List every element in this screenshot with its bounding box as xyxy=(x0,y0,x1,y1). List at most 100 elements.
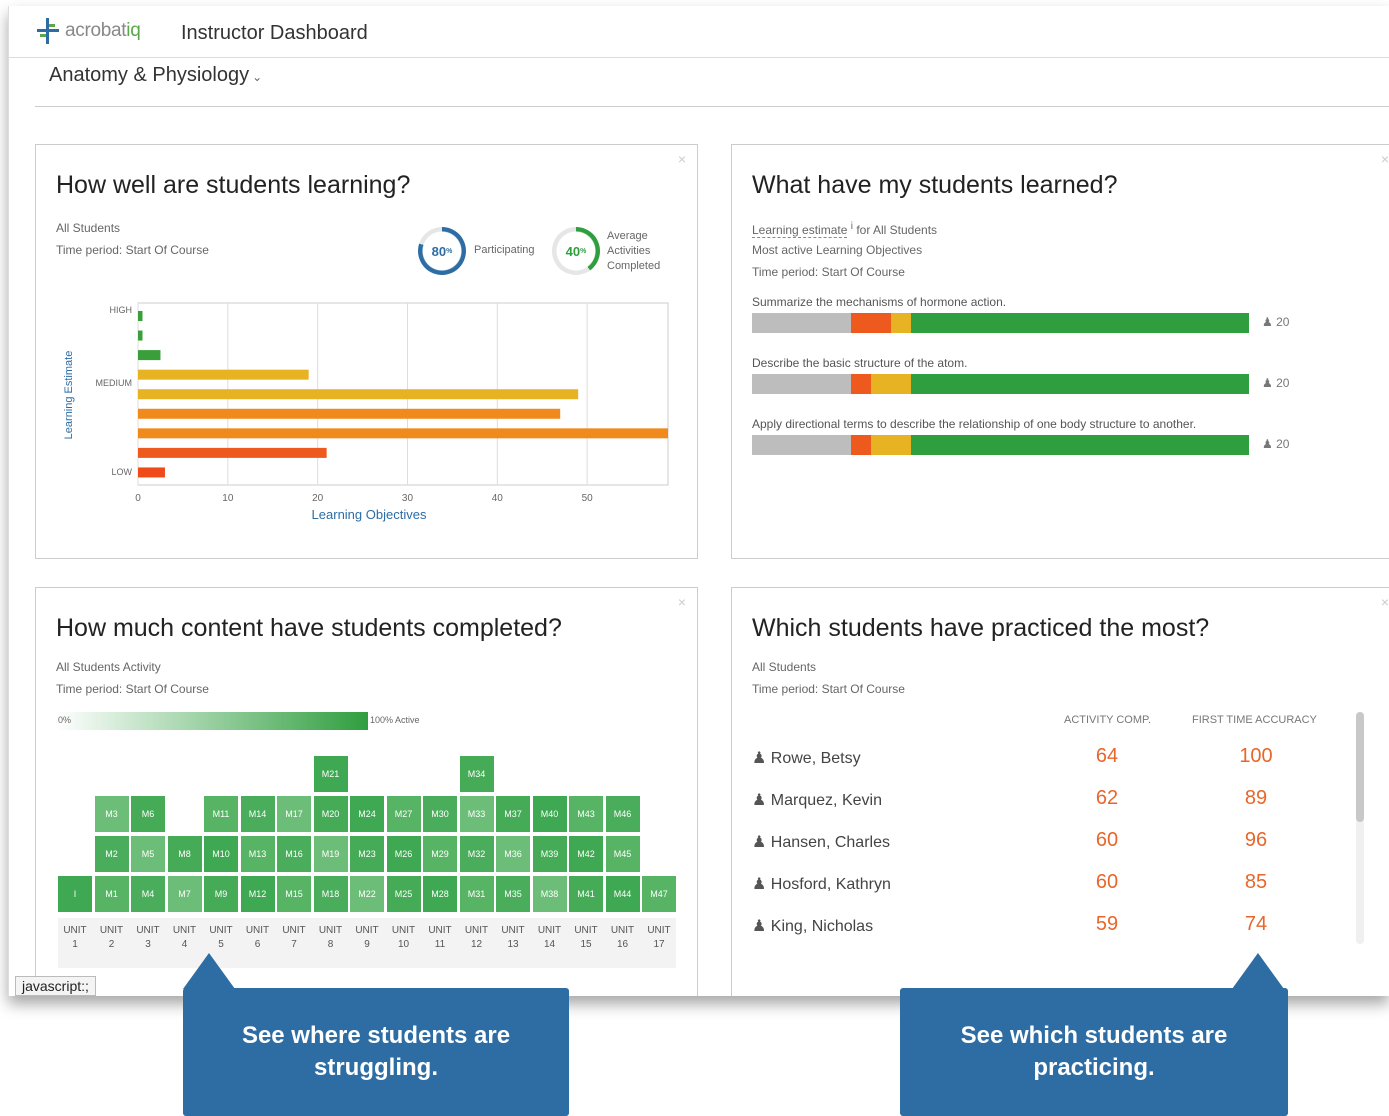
objective-bar[interactable] xyxy=(752,374,1249,394)
objective-count: ♟ 20 xyxy=(1262,315,1289,329)
module-cell[interactable]: I xyxy=(58,876,92,912)
close-icon[interactable]: × xyxy=(1381,151,1389,167)
module-cell[interactable]: M32 xyxy=(459,836,494,872)
module-cell[interactable]: M44 xyxy=(605,876,640,912)
module-cell[interactable]: M28 xyxy=(423,876,457,912)
module-cell[interactable]: M5 xyxy=(131,836,165,872)
module-cell[interactable]: M29 xyxy=(423,836,457,872)
top-bar: acrobatiq Instructor Dashboard xyxy=(9,6,1389,58)
module-cell[interactable]: M26 xyxy=(386,836,421,872)
unit-label[interactable]: UNIT 7 xyxy=(277,924,311,952)
module-cell[interactable]: M15 xyxy=(277,876,311,912)
unit-label[interactable]: UNIT 5 xyxy=(204,924,238,952)
module-cell[interactable]: M36 xyxy=(496,836,530,872)
objective-count: ♟ 20 xyxy=(1262,376,1289,390)
unit-label[interactable]: UNIT 13 xyxy=(496,924,530,952)
unit-label-text: UNIT xyxy=(464,925,489,936)
unit-label[interactable]: UNIT 8 xyxy=(314,924,348,952)
module-cell[interactable]: M31 xyxy=(459,876,494,912)
module-cell[interactable]: M4 xyxy=(131,876,165,912)
objective-label[interactable]: Apply directional terms to describe the … xyxy=(752,417,1196,431)
unit-label[interactable]: UNIT 17 xyxy=(642,924,676,952)
unit-label[interactable]: UNIT 6 xyxy=(241,924,275,952)
content-period: Time period: Start Of Course xyxy=(56,682,209,696)
module-cell[interactable]: M24 xyxy=(350,796,384,832)
module-cell[interactable]: M38 xyxy=(532,876,567,912)
col-activity-header[interactable]: ACTIVITY COMP. xyxy=(1064,714,1151,726)
objective-label[interactable]: Summarize the mechanisms of hormone acti… xyxy=(752,295,1006,309)
module-cell[interactable]: M18 xyxy=(313,876,348,912)
module-cell[interactable]: M47 xyxy=(642,876,676,912)
module-cell[interactable]: M2 xyxy=(94,836,129,872)
module-cell[interactable]: M39 xyxy=(532,836,567,872)
module-cell[interactable]: M12 xyxy=(240,876,275,912)
module-cell[interactable]: M7 xyxy=(167,876,202,912)
student-name[interactable]: ♟ Hosford, Kathryn xyxy=(752,874,891,894)
close-icon[interactable]: × xyxy=(678,151,686,167)
unit-label[interactable]: UNIT 4 xyxy=(168,924,202,952)
student-name[interactable]: ♟ King, Nicholas xyxy=(752,916,873,936)
student-name[interactable]: ♟ Rowe, Betsy xyxy=(752,748,861,768)
unit-label[interactable]: UNIT 12 xyxy=(460,924,494,952)
unit-label[interactable]: UNIT 1 xyxy=(58,924,92,952)
unit-label[interactable]: UNIT 15 xyxy=(569,924,603,952)
module-cell[interactable]: M14 xyxy=(240,796,275,832)
module-cell[interactable]: M21 xyxy=(313,756,348,792)
learning-estimate-link[interactable]: Learning estimate xyxy=(752,223,848,238)
close-icon[interactable]: × xyxy=(678,594,686,610)
unit-label[interactable]: UNIT 16 xyxy=(606,924,640,952)
module-cell[interactable]: M34 xyxy=(459,756,494,792)
module-cell[interactable]: M22 xyxy=(350,876,384,912)
student-name[interactable]: ♟ Marquez, Kevin xyxy=(752,790,882,810)
module-cell[interactable]: M13 xyxy=(240,836,275,872)
module-cell[interactable]: M9 xyxy=(204,876,238,912)
learning-panel: × How well are students learning? All St… xyxy=(35,144,698,559)
module-cell[interactable]: M3 xyxy=(94,796,129,832)
module-cell[interactable]: M37 xyxy=(496,796,530,832)
module-cell[interactable]: M1 xyxy=(94,876,129,912)
objective-bar[interactable] xyxy=(752,313,1249,333)
module-cell[interactable]: M19 xyxy=(313,836,348,872)
objective-bar[interactable] xyxy=(752,435,1249,455)
module-cell[interactable]: M6 xyxy=(131,796,165,832)
module-cell[interactable]: M40 xyxy=(532,796,567,832)
practice-filter: All Students xyxy=(752,660,817,674)
module-cell[interactable]: M30 xyxy=(423,796,457,832)
module-cell[interactable]: M17 xyxy=(277,796,311,832)
unit-label[interactable]: UNIT 14 xyxy=(533,924,567,952)
unit-label[interactable]: UNIT 11 xyxy=(423,924,457,952)
unit-label[interactable]: UNIT 3 xyxy=(131,924,165,952)
module-cell[interactable]: M16 xyxy=(277,836,311,872)
acrobatiq-logo[interactable]: acrobatiq xyxy=(35,16,141,46)
close-icon[interactable]: × xyxy=(1381,594,1389,610)
module-cell[interactable]: M27 xyxy=(386,796,421,832)
unit-label[interactable]: UNIT 10 xyxy=(387,924,421,952)
course-selector[interactable]: Anatomy & Physiology ⌄ xyxy=(49,64,262,87)
scrollbar[interactable] xyxy=(1356,712,1364,944)
scrollbar-thumb[interactable] xyxy=(1356,712,1364,822)
objective-label[interactable]: Describe the basic structure of the atom… xyxy=(752,356,967,370)
student-accuracy: 96 xyxy=(1244,829,1268,851)
module-cell[interactable]: M25 xyxy=(386,876,421,912)
module-cell[interactable]: M23 xyxy=(350,836,384,872)
unit-label[interactable]: UNIT 9 xyxy=(350,924,384,952)
unit-label[interactable]: UNIT 2 xyxy=(95,924,129,952)
module-cell[interactable]: M8 xyxy=(167,836,202,872)
module-cell[interactable]: M46 xyxy=(605,796,640,832)
module-cell[interactable]: M20 xyxy=(313,796,348,832)
unit-label-text: UNIT xyxy=(136,925,160,936)
module-cell[interactable]: M43 xyxy=(569,796,603,832)
course-name: Anatomy & Physiology xyxy=(49,64,250,86)
objective-bar-segment xyxy=(752,374,852,394)
module-cell[interactable]: M42 xyxy=(569,836,603,872)
module-cell[interactable]: M41 xyxy=(569,876,603,912)
module-cell[interactable]: M33 xyxy=(459,796,494,832)
info-icon[interactable]: i xyxy=(851,221,853,232)
student-name[interactable]: ♟ Hansen, Charles xyxy=(752,832,890,852)
module-cell[interactable]: M10 xyxy=(204,836,238,872)
module-cell[interactable]: M45 xyxy=(605,836,640,872)
content-panel: × How much content have students complet… xyxy=(35,587,698,996)
module-cell[interactable]: M35 xyxy=(496,876,530,912)
col-accuracy-header[interactable]: FIRST TIME ACCURACY xyxy=(1192,714,1317,726)
module-cell[interactable]: M11 xyxy=(204,796,238,832)
